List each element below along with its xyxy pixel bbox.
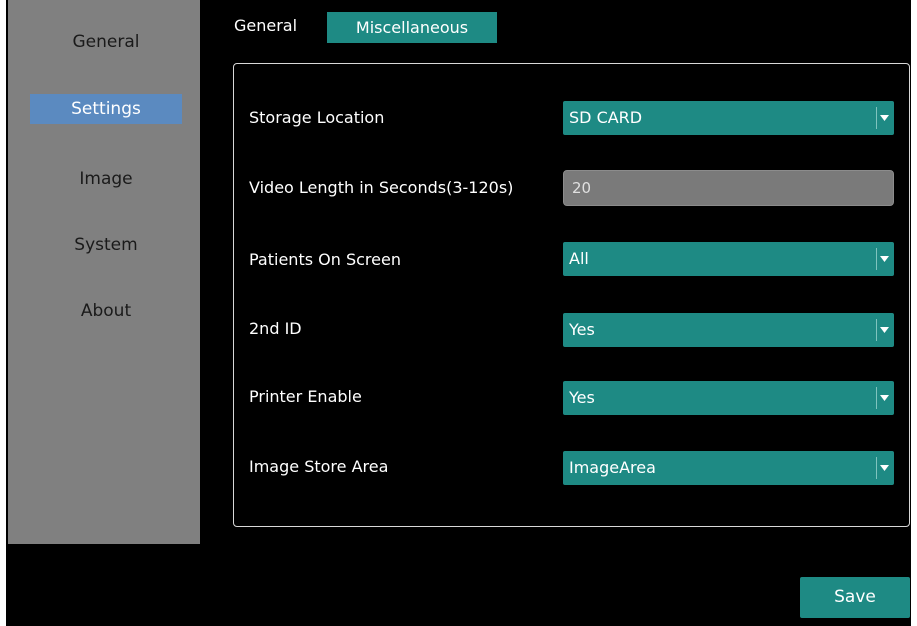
sidebar-item-settings[interactable]: Settings [30,94,182,124]
dropdown-arrow-icon [876,319,892,341]
image-store-area-select[interactable]: ImageArea [563,451,894,485]
patients-on-screen-select[interactable]: All [563,242,894,276]
image-store-area-label: Image Store Area [249,457,389,476]
patients-on-screen-value: All [569,249,589,268]
frame-border-left [0,0,6,626]
dropdown-arrow-icon [876,248,892,270]
second-id-value: Yes [569,320,595,339]
sidebar-item-system[interactable]: System [30,230,182,260]
printer-enable-select[interactable]: Yes [563,381,894,415]
printer-enable-label: Printer Enable [249,387,362,406]
dropdown-arrow-icon [876,107,892,129]
settings-window: General Settings Image System About Gene… [0,0,917,626]
sidebar-item-image[interactable]: Image [30,164,182,194]
patients-on-screen-label: Patients On Screen [249,250,401,269]
frame-border-right [911,0,917,626]
save-button[interactable]: Save [800,577,910,618]
dropdown-arrow-icon [876,457,892,479]
tab-general[interactable]: General [234,12,297,43]
image-store-area-value: ImageArea [569,458,656,477]
storage-location-label: Storage Location [249,108,385,127]
sidebar: General Settings Image System About [8,0,200,544]
video-length-label: Video Length in Seconds(3-120s) [249,178,514,197]
second-id-select[interactable]: Yes [563,313,894,347]
storage-location-value: SD CARD [569,108,643,127]
printer-enable-value: Yes [569,388,595,407]
second-id-label: 2nd ID [249,319,302,338]
video-length-field[interactable] [563,170,894,206]
sidebar-item-general[interactable]: General [30,27,182,57]
tab-miscellaneous[interactable]: Miscellaneous [327,12,497,43]
storage-location-select[interactable]: SD CARD [563,101,894,135]
sidebar-item-about[interactable]: About [30,296,182,326]
dropdown-arrow-icon [876,387,892,409]
